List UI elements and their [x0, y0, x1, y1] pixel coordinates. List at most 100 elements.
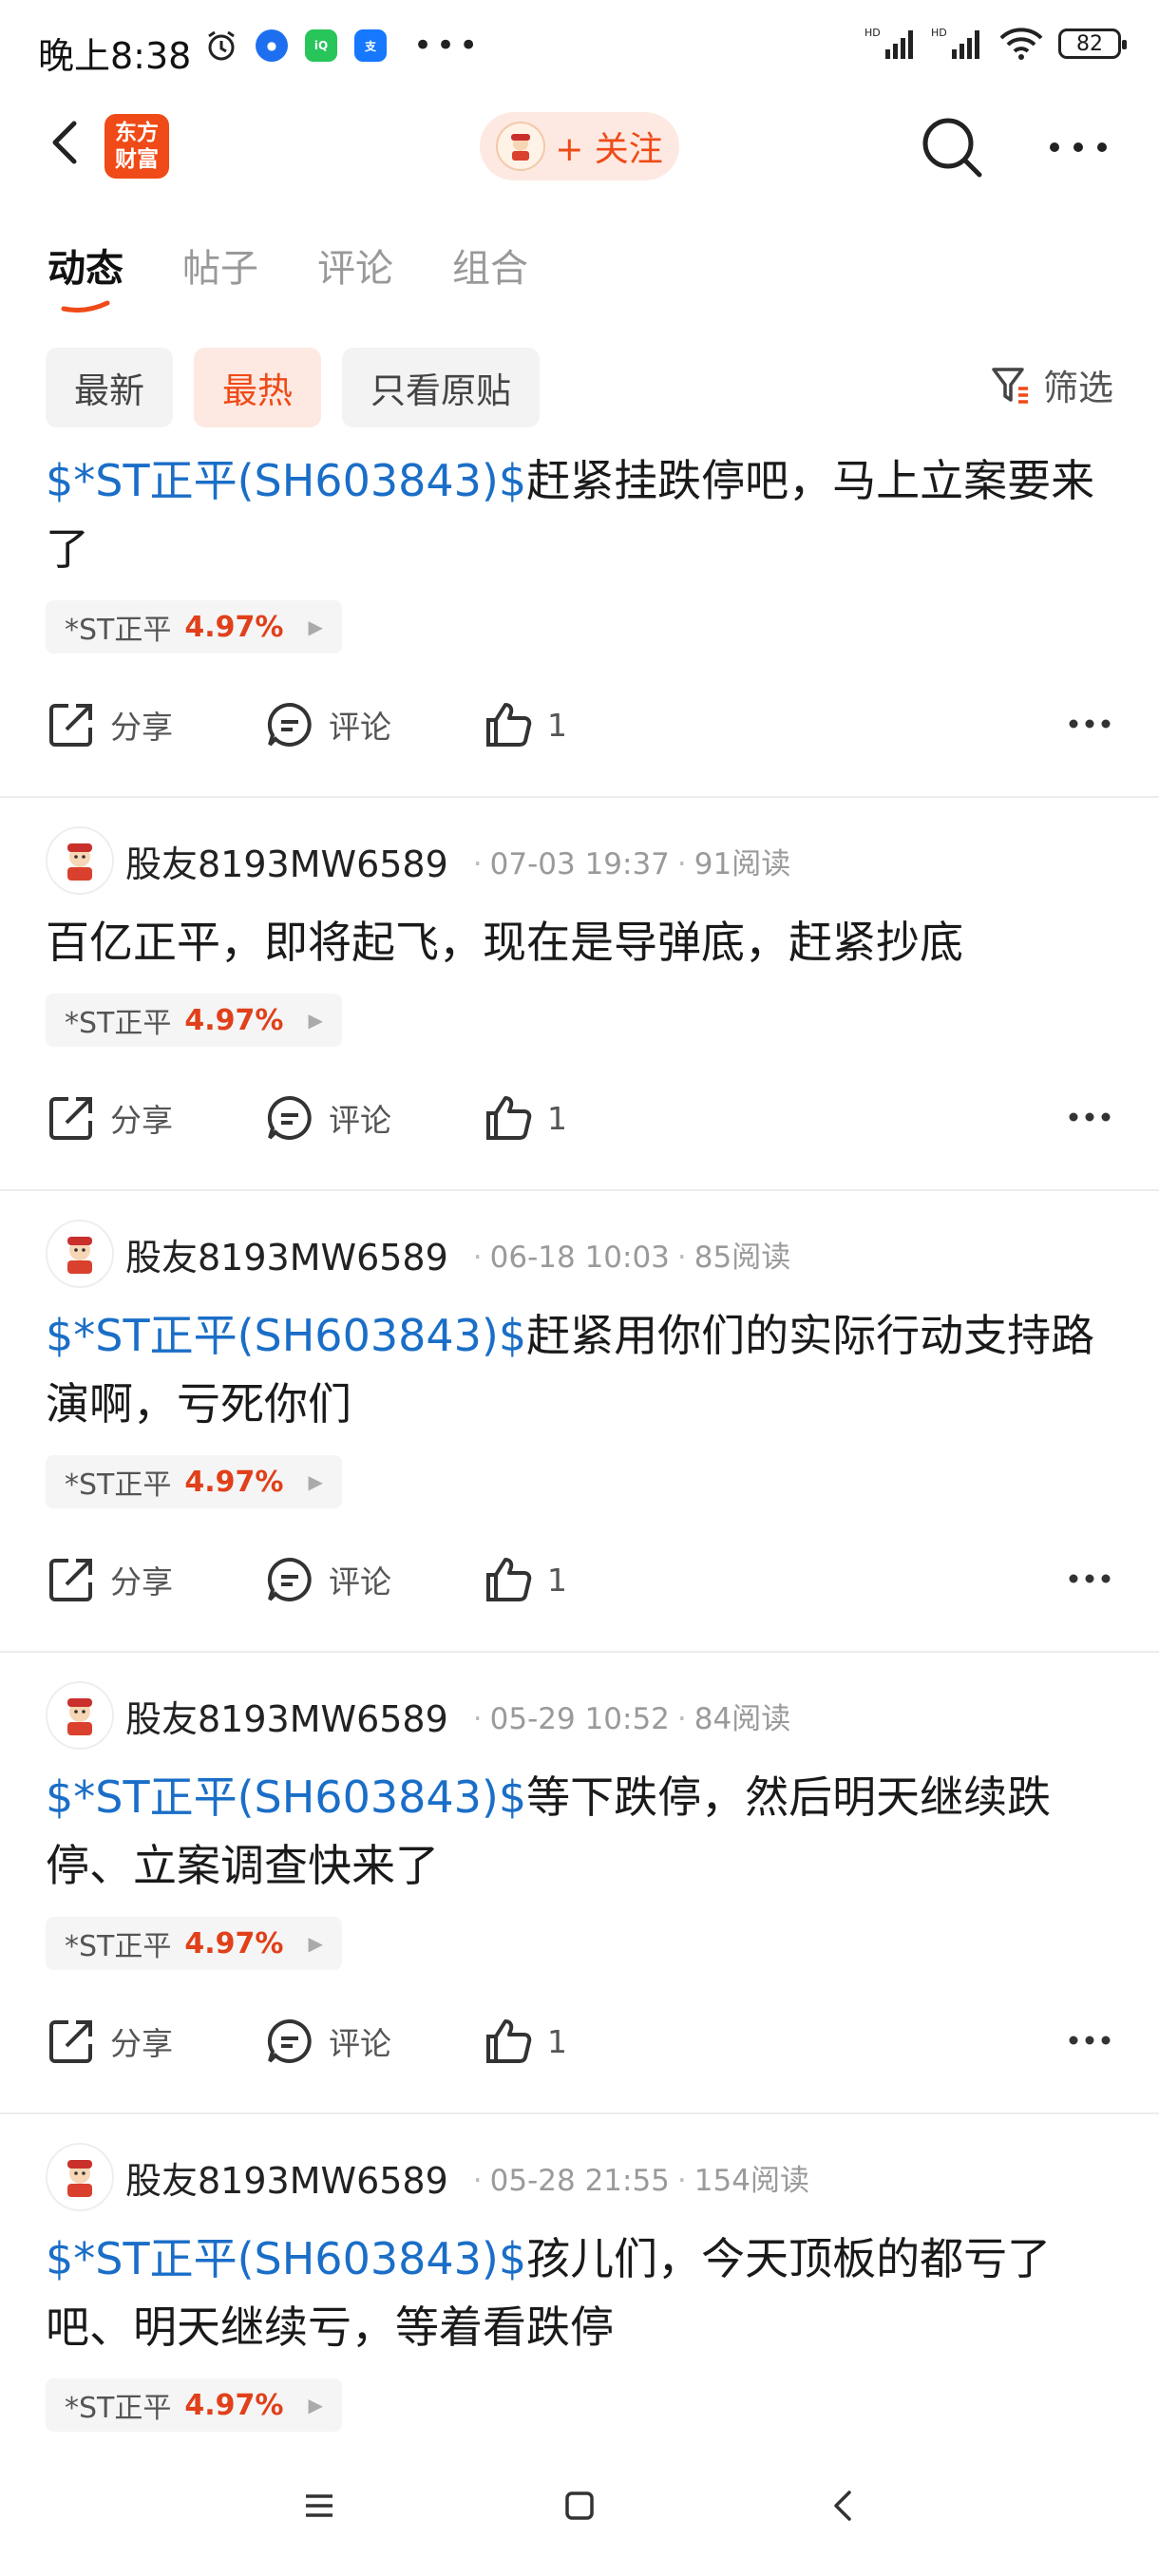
user-avatar[interactable] — [46, 2143, 114, 2211]
post-content[interactable]: $*ST正平(SH603843)$赶紧用你们的实际行动支持路演啊，亏死你们 — [46, 1301, 1113, 1438]
app-notification-icon: ● — [256, 29, 288, 62]
username[interactable]: 股友8193MW6589 — [125, 2151, 448, 2204]
post-date: 05-29 10:52 — [489, 1701, 670, 1736]
post-cashtag[interactable]: $*ST正平(SH603843)$ — [46, 1771, 526, 1823]
comment-button[interactable]: 评论 — [264, 1092, 391, 1144]
filter-button[interactable]: 筛选 — [990, 359, 1113, 410]
avatar-icon — [67, 843, 92, 881]
user-avatar[interactable] — [46, 1220, 114, 1288]
post-more-icon[interactable] — [1066, 2021, 1113, 2059]
like-button[interactable]: 1 — [483, 1554, 567, 1605]
more-notifications-icon: ••• — [413, 27, 483, 65]
post-header: 股友8193MW6589 · 05-29 10:52 · 84阅读 — [46, 1653, 1113, 1750]
chip-hottest[interactable]: 最热 — [194, 348, 321, 427]
share-label: 分享 — [110, 1102, 173, 1139]
share-label: 分享 — [110, 2025, 173, 2062]
signal-icon-2: HD — [931, 27, 979, 59]
post-item[interactable]: 股友8193MW6589 · 06-18 10:03 · 85阅读 $*ST正平(SH… — [0, 1191, 1159, 1653]
stock-tag[interactable]: *ST正平 4.97% ▶ — [46, 2378, 342, 2432]
signal-icon: HD — [864, 27, 913, 59]
post-content[interactable]: $*ST正平(SH603843)$等下跌停，然后明天继续跌停、立案调查快来了 — [46, 1763, 1113, 1900]
tab-label: 组合 — [452, 247, 528, 291]
avatar-icon — [67, 1237, 92, 1274]
back-icon[interactable] — [40, 114, 97, 171]
user-avatar[interactable] — [46, 826, 114, 895]
post-feed: $*ST正平(SH603843)$赶紧挂跌停吧，马上立案要来了 *ST正平 4.9… — [0, 446, 1159, 2441]
chip-original-only[interactable]: 只看原贴 — [342, 348, 540, 427]
post-more-icon[interactable] — [1066, 1560, 1113, 1598]
tab-comments[interactable]: 评论 — [317, 237, 393, 293]
post-item[interactable]: 股友8193MW6589 · 07-03 19:37 · 91阅读 百亿正平，即将起飞… — [0, 798, 1159, 1191]
like-button[interactable]: 1 — [483, 1092, 567, 1144]
follow-button[interactable]: + 关注 — [480, 112, 679, 180]
share-button[interactable]: 分享 — [46, 2016, 173, 2067]
user-avatar[interactable] — [46, 1681, 114, 1750]
post-more-icon[interactable] — [1066, 1098, 1113, 1136]
filter-icon — [992, 368, 1028, 404]
post-reads: 154阅读 — [694, 2163, 809, 2198]
comment-button[interactable]: 评论 — [264, 2016, 391, 2067]
caret-right-icon: ▶ — [308, 616, 323, 638]
tab-label: 帖子 — [182, 247, 258, 291]
share-button[interactable]: 分享 — [46, 1092, 173, 1144]
like-button[interactable]: 1 — [483, 699, 567, 750]
post-more-icon[interactable] — [1066, 705, 1113, 743]
like-icon — [486, 1558, 532, 1601]
post-item[interactable]: $*ST正平(SH603843)$赶紧挂跌停吧，马上立案要来了 *ST正平 4.9… — [0, 446, 1159, 798]
post-cashtag[interactable]: $*ST正平(SH603843)$ — [46, 1310, 526, 1361]
post-item[interactable]: 股友8193MW6589 · 05-29 10:52 · 84阅读 $*ST正平(SH… — [0, 1653, 1159, 2114]
chip-latest[interactable]: 最新 — [46, 348, 173, 427]
tab-dynamic[interactable]: 动态 — [48, 237, 124, 313]
comment-button[interactable]: 评论 — [264, 1554, 391, 1605]
username[interactable]: 股友8193MW6589 — [125, 835, 448, 887]
post-content[interactable]: $*ST正平(SH603843)$赶紧挂跌停吧，马上立案要来了 — [46, 446, 1113, 583]
like-icon — [486, 703, 532, 747]
stock-name: *ST正平 — [65, 614, 172, 647]
post-actions: 分享 评论 1 — [46, 1047, 1113, 1189]
alarm-icon — [208, 30, 235, 61]
like-button[interactable]: 1 — [483, 2016, 567, 2067]
stock-tag[interactable]: *ST正平 4.97% ▶ — [46, 600, 342, 653]
comment-button[interactable]: 评论 — [264, 699, 391, 750]
eastmoney-logo[interactable]: 东方 财富 — [104, 114, 169, 179]
caret-right-icon: ▶ — [308, 1009, 323, 1032]
home-icon[interactable] — [562, 2489, 597, 2523]
post-item[interactable]: 股友8193MW6589 · 05-28 21:55 · 154阅读 $*ST正平(S… — [0, 2114, 1159, 2432]
filter-label: 筛选 — [1043, 368, 1113, 408]
more-icon[interactable] — [1045, 123, 1112, 171]
post-meta: · 05-28 21:55 · 154阅读 — [472, 2163, 809, 2198]
share-button[interactable]: 分享 — [46, 699, 173, 750]
stock-change: 4.97% — [184, 1465, 284, 1499]
avatar-icon — [67, 2160, 92, 2197]
username[interactable]: 股友8193MW6589 — [125, 1228, 448, 1280]
share-label: 分享 — [110, 1563, 173, 1601]
username[interactable]: 股友8193MW6589 — [125, 1690, 448, 1742]
tab-portfolio[interactable]: 组合 — [452, 237, 528, 293]
share-button[interactable]: 分享 — [46, 1554, 173, 1605]
stock-tag[interactable]: *ST正平 4.97% ▶ — [46, 1917, 342, 1970]
post-cashtag[interactable]: $*ST正平(SH603843)$ — [46, 2233, 526, 2284]
stock-name: *ST正平 — [65, 2392, 172, 2425]
top-nav-bar: 东方 财富 + 关注 — [0, 95, 1159, 199]
back-nav-icon[interactable] — [826, 2489, 861, 2523]
stock-change: 4.97% — [184, 1003, 284, 1037]
post-actions: 分享 评论 1 — [46, 1508, 1113, 1651]
search-icon[interactable] — [917, 112, 987, 182]
menu-icon[interactable] — [302, 2489, 336, 2523]
tab-posts[interactable]: 帖子 — [182, 237, 258, 293]
post-meta: · 06-18 10:03 · 85阅读 — [472, 1240, 791, 1275]
sort-chips: 最新 最热 只看原贴 — [46, 348, 540, 427]
content-tabs: 动态 帖子 评论 组合 — [48, 237, 528, 313]
post-content[interactable]: $*ST正平(SH603843)$孩儿们，今天顶板的都亏了吧、明天继续亏，等着看… — [46, 2225, 1113, 2361]
stock-tag[interactable]: *ST正平 4.97% ▶ — [46, 1455, 342, 1508]
post-actions: 分享 评论 1 — [46, 653, 1113, 796]
avatar-icon — [67, 1698, 92, 1735]
comment-label: 评论 — [329, 2025, 391, 2062]
post-content[interactable]: 百亿正平，即将起飞，现在是导弹底，赶紧抄底 — [46, 908, 1113, 976]
stock-tag[interactable]: *ST正平 4.97% ▶ — [46, 994, 342, 1047]
stock-name: *ST正平 — [65, 1468, 172, 1502]
alipay-icon: 支 — [354, 29, 387, 62]
comment-icon — [267, 1557, 312, 1601]
stock-change: 4.97% — [184, 1926, 284, 1960]
post-cashtag[interactable]: $*ST正平(SH603843)$ — [46, 455, 526, 506]
